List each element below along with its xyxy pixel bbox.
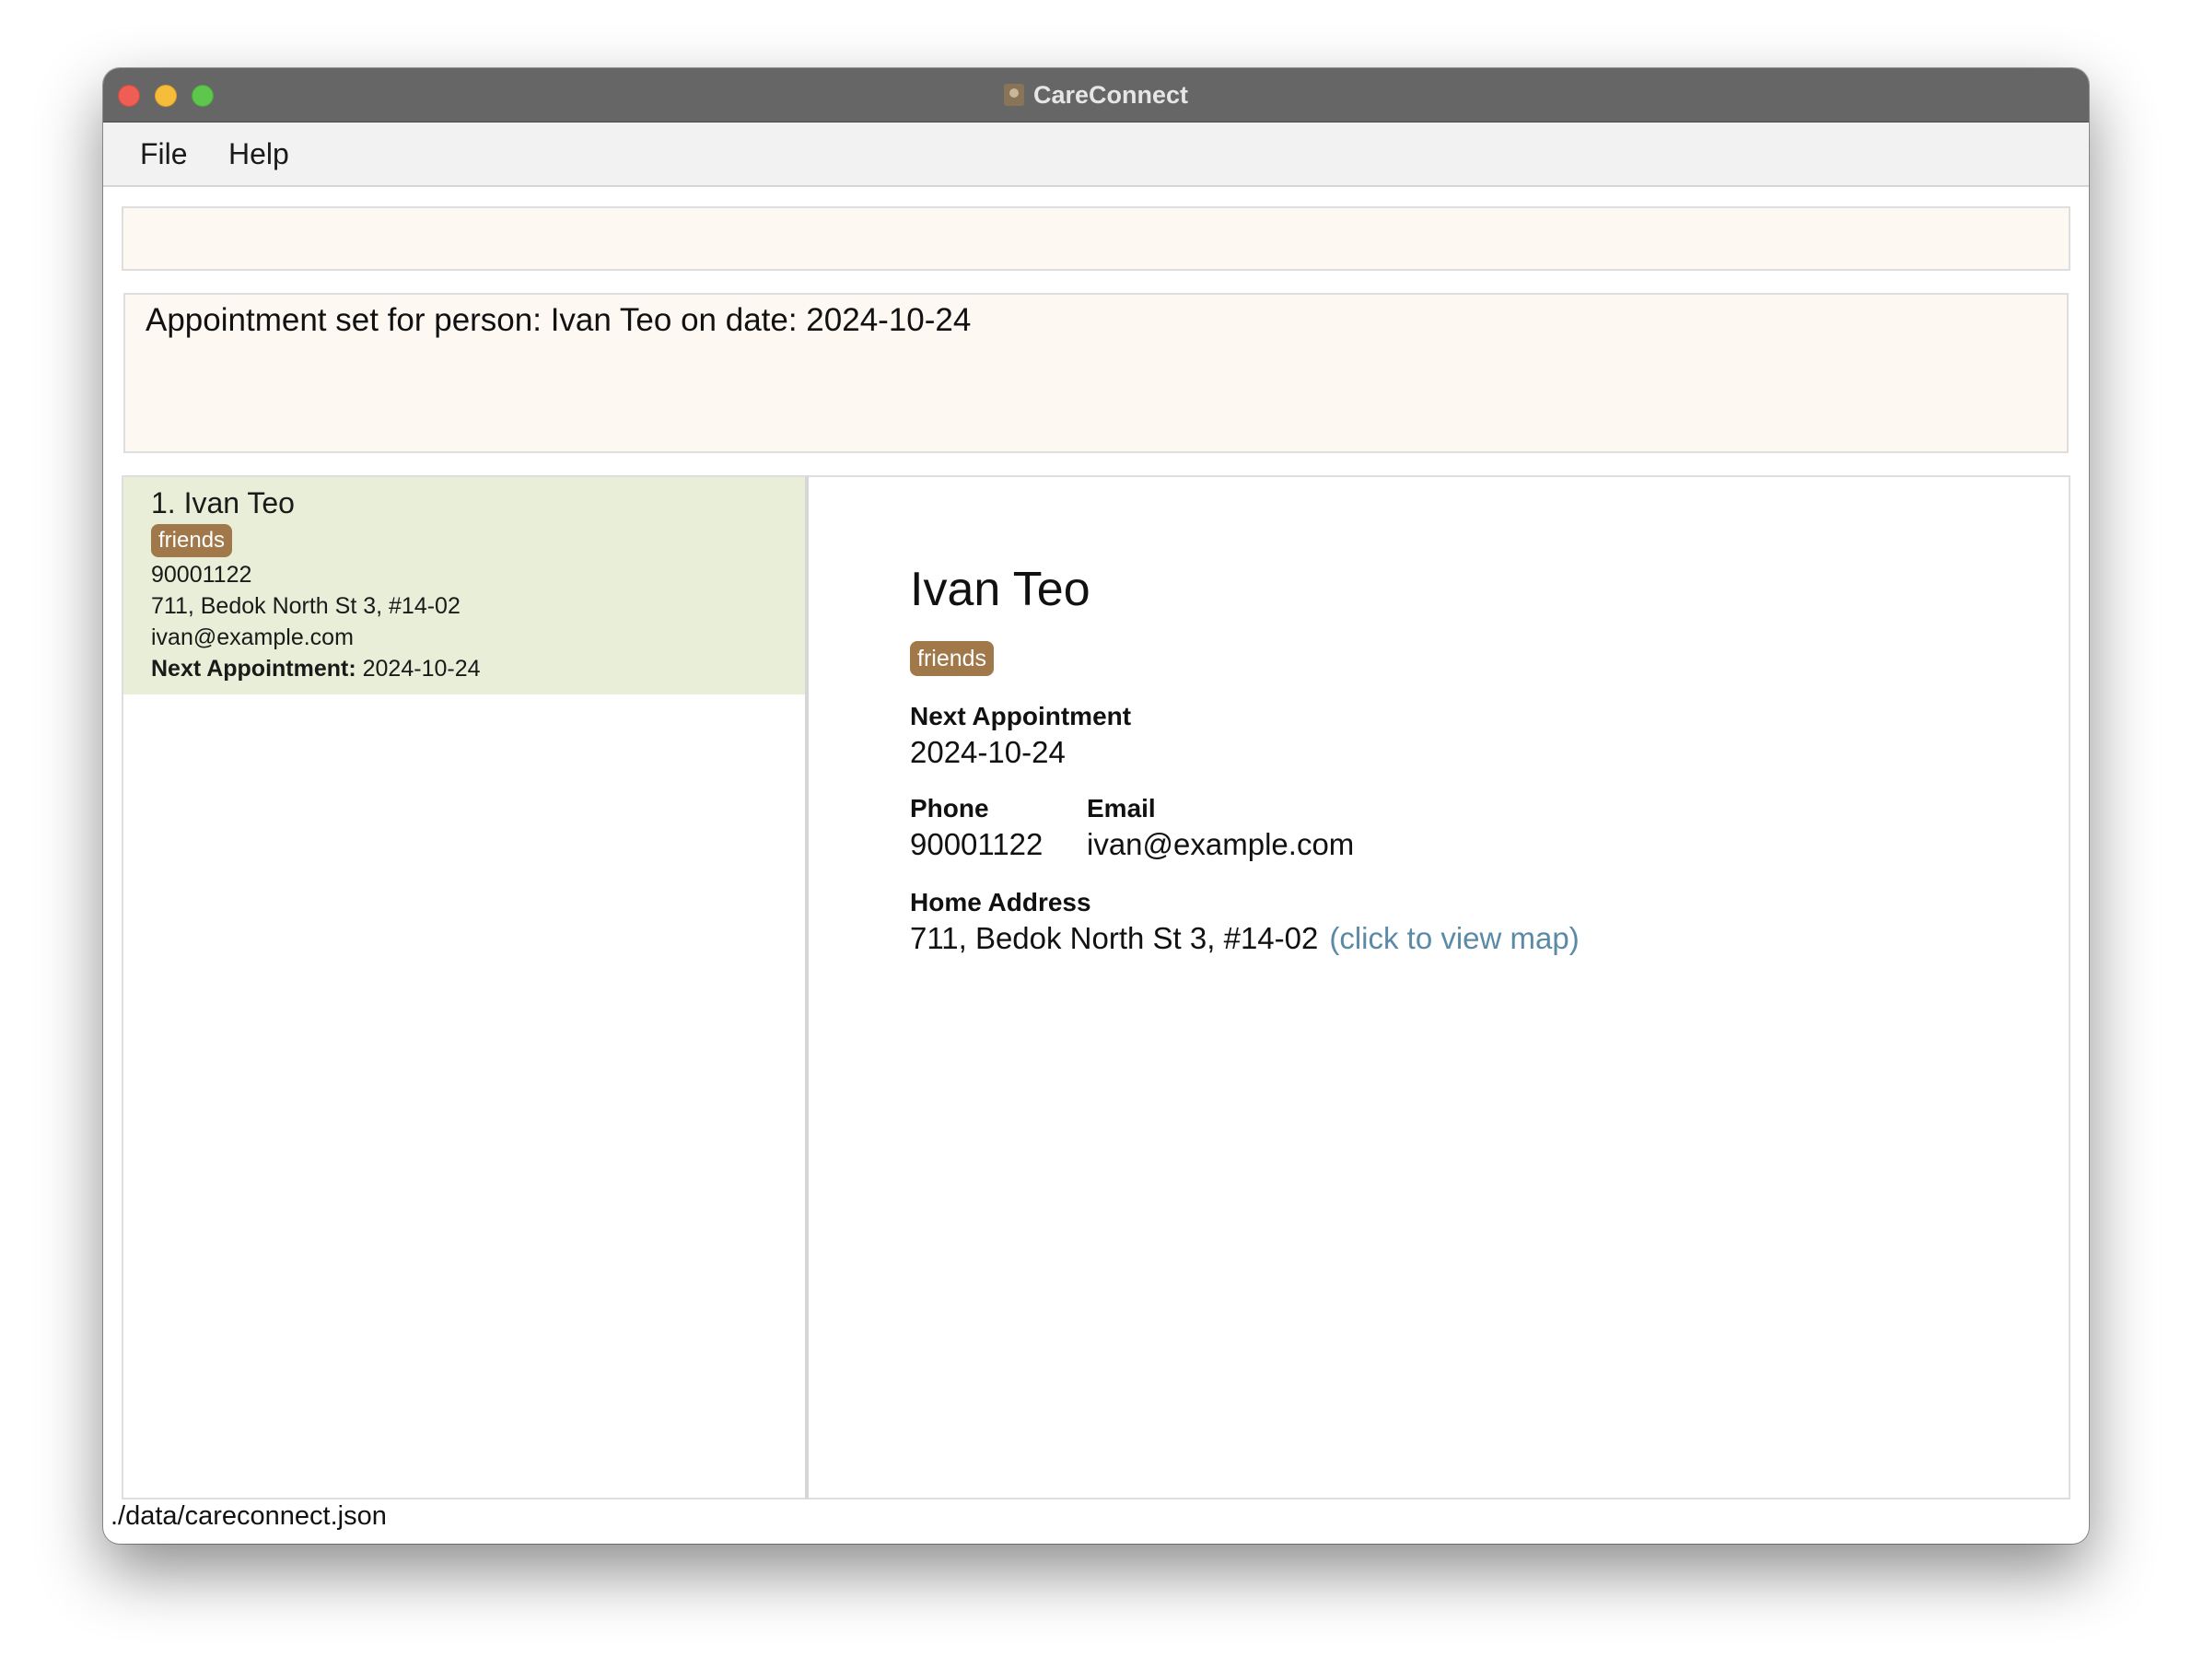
person-card-email: ivan@example.com [151,624,354,650]
detail-address: 711, Bedok North St 3, #14-02 (click to v… [910,921,1580,956]
status-bar-file-path: ./data/careconnect.json [111,1501,387,1531]
person-card[interactable]: 1. Ivan Teo friends 90001122 711, Bedok … [123,477,805,694]
command-input[interactable] [122,206,2070,271]
detail-address-label: Home Address [910,888,1091,916]
person-card-address: 711, Bedok North St 3, #14-02 [151,593,461,619]
app-window: CareConnect File Help Appointment set fo… [103,68,2089,1544]
person-list-panel: 1. Ivan Teo friends 90001122 711, Bedok … [122,475,809,1499]
person-card-appointment-label: Next Appointment: [151,656,356,682]
detail-appointment-value: 2024-10-24 [910,735,1066,769]
menu-bar: File Help [103,122,2089,187]
menu-help[interactable]: Help [228,122,289,185]
view-map-link[interactable]: (click to view map) [1329,921,1579,955]
result-message: Appointment set for person: Ivan Teo on … [146,302,972,338]
person-card-name: 1. Ivan Teo [151,486,295,519]
window-title: CareConnect [1032,80,1189,109]
detail-name: Ivan Teo [910,563,1090,616]
app-icon [1003,84,1024,106]
window-title-area: CareConnect [103,68,2089,122]
person-detail-panel: Ivan Teo friends Next Appointment 2024-1… [809,475,2070,1499]
detail-phone-value: 90001122 [910,827,1044,861]
detail-appointment-label: Next Appointment [910,702,1132,730]
person-card-appointment-value: 2024-10-24 [362,656,481,682]
result-display: Appointment set for person: Ivan Teo on … [123,293,2069,453]
detail-phone-label: Phone [910,794,989,822]
person-card-phone: 90001122 [151,562,252,588]
title-bar: CareConnect [103,68,2089,122]
detail-address-value: 711, Bedok North St 3, #14-02 [910,921,1319,955]
detail-email-label: Email [1087,794,1156,822]
detail-email-value: ivan@example.com [1087,827,1355,861]
person-card-appointment: Next Appointment: 2024-10-24 [151,656,481,682]
detail-tag: friends [910,641,995,676]
menu-file[interactable]: File [140,122,188,185]
person-card-tag: friends [151,524,233,557]
